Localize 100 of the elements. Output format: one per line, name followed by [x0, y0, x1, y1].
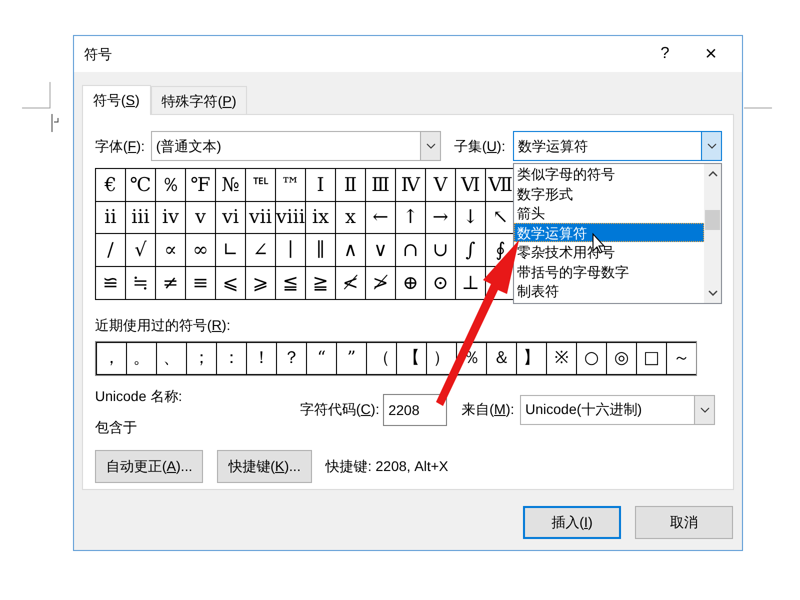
symbol-cell[interactable]: ⅳ — [156, 202, 185, 234]
close-button[interactable]: × — [688, 36, 734, 72]
symbol-cell[interactable]: ∕ — [96, 234, 125, 266]
dialog-button[interactable]: 取消 — [635, 506, 733, 539]
symbol-cell[interactable]: ∪ — [426, 234, 455, 266]
symbol-cell[interactable]: ⅸ — [306, 202, 335, 234]
symbol-cell[interactable]: Ⅳ — [396, 169, 425, 201]
dialog-button[interactable]: 快捷键(K)... — [217, 450, 312, 483]
recent-symbol-cell[interactable]: ◎ — [607, 342, 636, 374]
recent-symbol-cell[interactable]: ） — [427, 342, 456, 374]
tab[interactable]: 符号(S) — [82, 85, 151, 115]
symbol-cell[interactable]: ← — [366, 202, 395, 234]
subset-dropdown[interactable]: 数学运算符 — [513, 131, 722, 161]
chevron-down-icon — [700, 406, 710, 413]
symbol-cell[interactable]: ∨ — [366, 234, 395, 266]
recent-symbol-cell[interactable]: ？ — [277, 342, 306, 374]
symbol-cell[interactable]: ％ — [156, 169, 185, 201]
recent-symbol-cell[interactable]: ～ — [667, 342, 696, 374]
symbol-cell[interactable]: ≯ — [366, 267, 395, 299]
symbol-cell[interactable]: ≮ — [336, 267, 365, 299]
symbol-cell[interactable]: ≧ — [306, 267, 335, 299]
symbol-cell[interactable]: ⅱ — [96, 202, 125, 234]
character-code-field[interactable]: 2208 — [383, 394, 448, 426]
symbol-cell[interactable]: ∟ — [216, 234, 245, 266]
unicode-name-label: Unicode 名称: — [95, 386, 182, 406]
recent-symbol-cell[interactable]: 【 — [397, 342, 426, 374]
symbol-cell[interactable]: ≒ — [126, 267, 155, 299]
symbol-cell[interactable]: Ⅵ — [456, 169, 485, 201]
symbol-cell[interactable]: ↖ — [486, 202, 515, 234]
symbol-cell[interactable]: ∞ — [186, 234, 215, 266]
symbol-cell[interactable]: ™ — [276, 169, 305, 201]
symbol-cell[interactable]: ⅷ — [276, 202, 305, 234]
symbol-cell[interactable]: ∫ — [456, 234, 485, 266]
symbol-cell[interactable]: ≌ — [96, 267, 125, 299]
symbol-cell[interactable]: ∠ — [246, 234, 275, 266]
symbol-cell[interactable]: Ⅰ — [306, 169, 335, 201]
dropdown-option[interactable]: 数学运算符 — [514, 222, 704, 242]
dropdown-option[interactable]: 制表符 — [514, 281, 704, 300]
recent-symbol-cell[interactable]: ， — [97, 342, 126, 374]
tab[interactable]: 特殊字符(P) — [150, 86, 248, 114]
symbol-cell[interactable]: ∧ — [336, 234, 365, 266]
recent-symbol-cell[interactable]: ” — [337, 342, 366, 374]
field-label: 子集(U): — [454, 136, 506, 156]
help-button[interactable]: ? — [642, 36, 688, 72]
symbol-cell[interactable]: → — [426, 202, 455, 234]
dropdown-option[interactable]: 数字形式 — [514, 184, 704, 203]
symbol-cell[interactable]: ⊕ — [396, 267, 425, 299]
symbol-cell[interactable]: ∣ — [276, 234, 305, 266]
symbol-cell[interactable]: ⅹ — [336, 202, 365, 234]
symbol-cell[interactable]: Ⅴ — [426, 169, 455, 201]
symbol-cell[interactable]: ≦ — [276, 267, 305, 299]
symbol-cell[interactable]: ∝ — [156, 234, 185, 266]
recent-symbol-cell[interactable]: （ — [367, 342, 396, 374]
dialog-button[interactable]: 自动更正(A)... — [95, 450, 204, 483]
chevron-down-icon — [426, 143, 436, 149]
recent-symbol-cell[interactable]: “ — [307, 342, 336, 374]
recent-symbol-cell[interactable]: ※ — [547, 342, 576, 374]
symbol-cell[interactable]: ⅵ — [216, 202, 245, 234]
recent-symbol-cell[interactable]: 。 — [127, 342, 156, 374]
scroll-down-icon[interactable] — [708, 290, 718, 297]
symbol-cell[interactable]: ℡ — [246, 169, 275, 201]
symbol-cell[interactable]: № — [216, 169, 245, 201]
symbol-cell[interactable]: ≡ — [186, 267, 215, 299]
chevron-down-icon — [706, 143, 716, 149]
recent-symbol-cell[interactable]: 】 — [517, 342, 546, 374]
recent-symbol-cell[interactable]: ＆ — [487, 342, 516, 374]
symbol-cell[interactable]: ⊥ — [456, 267, 485, 299]
dropdown-option[interactable]: 类似字母的符号 — [514, 164, 704, 184]
symbol-cell[interactable]: ↑ — [396, 202, 425, 234]
symbol-cell[interactable]: ℉ — [186, 169, 215, 201]
symbol-cell[interactable]: Ⅶ — [486, 169, 515, 201]
symbol-cell[interactable]: ⅲ — [126, 202, 155, 234]
symbol-cell[interactable]: ⅴ — [186, 202, 215, 234]
symbol-cell[interactable]: € — [96, 169, 125, 201]
dropdown-option[interactable]: 箭头 — [514, 203, 704, 222]
recent-symbol-cell[interactable]: ○ — [577, 342, 606, 374]
font-dropdown[interactable]: (普通文本) — [151, 131, 441, 161]
symbol-cell[interactable]: ⩽ — [216, 267, 245, 299]
recent-symbol-cell[interactable]: □ — [637, 342, 666, 374]
symbol-cell[interactable]: ≠ — [156, 267, 185, 299]
source-dropdown[interactable]: Unicode(十六进制) — [520, 394, 716, 425]
page-corner-mark — [22, 82, 50, 108]
scrollbar-thumb[interactable] — [705, 210, 720, 230]
scroll-up-icon[interactable] — [708, 170, 718, 177]
dialog-button[interactable]: 插入(I) — [523, 506, 621, 539]
symbol-cell[interactable]: ℃ — [126, 169, 155, 201]
symbol-cell[interactable]: ⅶ — [246, 202, 275, 234]
symbol-cell[interactable]: √ — [126, 234, 155, 266]
symbol-cell[interactable]: ⩾ — [246, 267, 275, 299]
symbol-cell[interactable]: ∥ — [306, 234, 335, 266]
dropdown-option[interactable]: 带括号的字母数字 — [514, 262, 704, 281]
recent-symbol-cell[interactable]: ； — [187, 342, 216, 374]
symbol-cell[interactable]: Ⅲ — [366, 169, 395, 201]
recent-symbol-cell[interactable]: ： — [217, 342, 246, 374]
symbol-cell[interactable]: Ⅱ — [336, 169, 365, 201]
symbol-cell[interactable]: ↓ — [456, 202, 485, 234]
symbol-cell[interactable]: ⊙ — [426, 267, 455, 299]
recent-symbol-cell[interactable]: 、 — [157, 342, 186, 374]
symbol-cell[interactable]: ∩ — [396, 234, 425, 266]
recent-symbol-cell[interactable]: ！ — [247, 342, 276, 374]
